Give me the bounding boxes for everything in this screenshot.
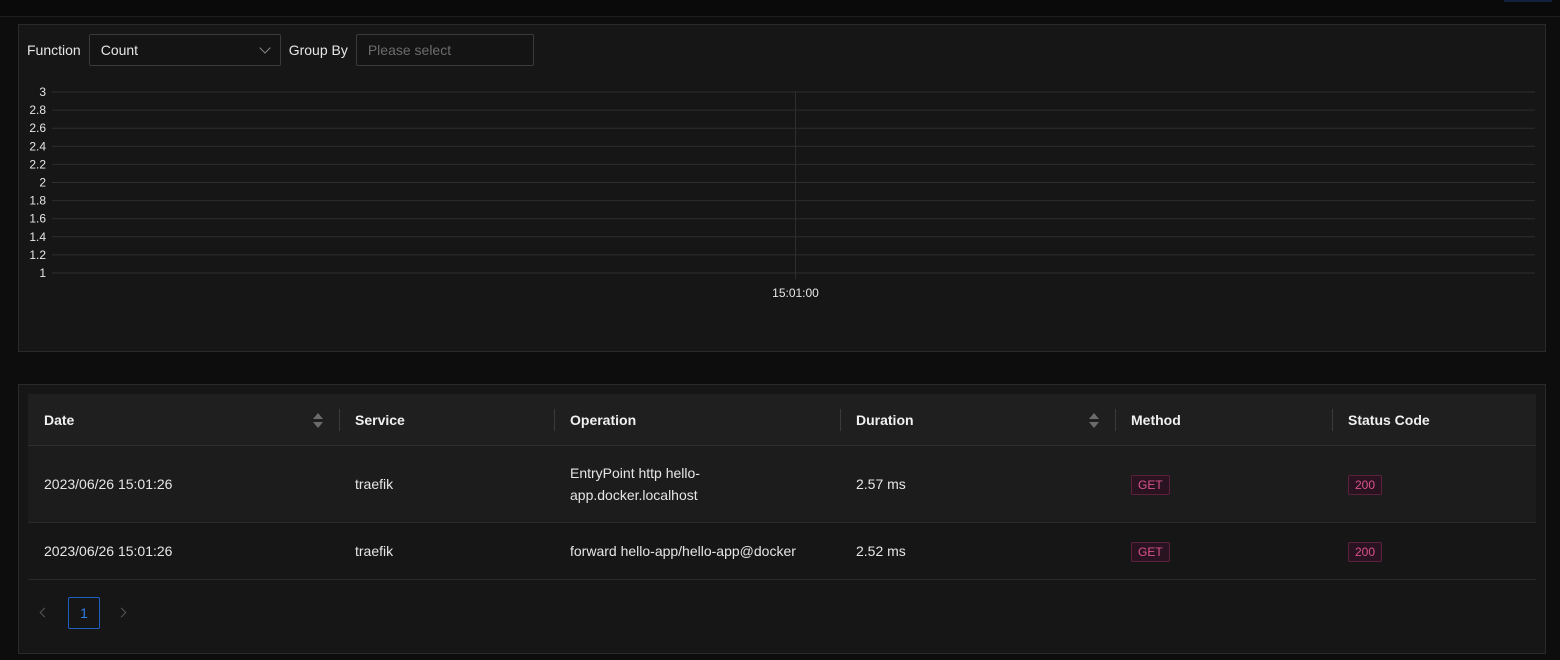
column-header-method: Method	[1115, 394, 1332, 445]
cell-operation: EntryPoint http hello-app.docker.localho…	[570, 465, 700, 503]
table-row[interactable]: 2023/06/26 15:01:26 traefik EntryPoint htt…	[28, 446, 1536, 523]
table-panel: Date Service Operation Duration Method Status…	[18, 384, 1546, 654]
prev-page-button[interactable]	[28, 597, 60, 629]
column-header-label: Status Code	[1348, 411, 1430, 428]
pagination: 1	[28, 597, 140, 629]
column-header-date[interactable]: Date	[28, 394, 339, 445]
y-tick-label: 2.8	[29, 103, 46, 117]
y-tick-label: 2.6	[29, 121, 46, 135]
y-tick-label: 1.8	[29, 194, 46, 208]
cell-method: GET	[1115, 540, 1332, 562]
page-1-button[interactable]: 1	[68, 597, 100, 629]
sort-icon[interactable]	[1089, 413, 1099, 429]
y-tick-label: 1.6	[29, 212, 46, 226]
cell-status: 200	[1332, 540, 1536, 562]
x-tick-label: 15:01:00	[772, 286, 819, 300]
status-tag: 200	[1348, 475, 1383, 495]
y-tick-label: 2.2	[29, 157, 46, 171]
y-tick-label: 1.4	[29, 230, 46, 244]
y-tick-label: 2	[39, 176, 46, 190]
chart-panel: Function Count Group By Please select 32…	[18, 24, 1546, 352]
chevron-right-icon	[116, 607, 127, 618]
column-header-duration[interactable]: Duration	[840, 394, 1115, 445]
spans-table: Date Service Operation Duration Method Status…	[28, 394, 1536, 580]
y-tick-label: 1	[39, 266, 46, 280]
method-tag: GET	[1131, 542, 1170, 562]
cell-duration: 2.57 ms	[856, 476, 906, 492]
count-chart: 3 2.8 2.6 2.4 2.2 2 1.8 1.6 1.4 1.2 1 15:01:00	[29, 85, 1535, 300]
caret-up-icon	[1089, 413, 1099, 419]
table-body: 2023/06/26 15:01:26 traefik EntryPoint htt…	[28, 446, 1536, 580]
caret-up-icon	[313, 413, 323, 419]
y-tick-label: 1.2	[29, 248, 46, 262]
column-header-status: Status Code	[1332, 394, 1536, 445]
column-header-label: Operation	[570, 411, 637, 428]
next-page-button[interactable]	[108, 597, 140, 629]
column-header-label: Service	[355, 411, 405, 428]
cell-service: traefik	[355, 476, 394, 492]
column-header-label: Date	[44, 411, 75, 428]
column-header-operation: Operation	[554, 394, 840, 445]
cell-status: 200	[1332, 473, 1536, 495]
caret-down-icon	[1089, 422, 1099, 428]
column-header-service: Service	[339, 394, 554, 445]
method-tag: GET	[1131, 475, 1170, 495]
cell-duration: 2.52 ms	[856, 543, 906, 559]
y-tick-label: 2.4	[29, 139, 46, 153]
sort-icon[interactable]	[313, 413, 323, 429]
chevron-left-icon	[39, 607, 50, 618]
y-tick-label: 3	[39, 85, 46, 99]
column-header-label: Method	[1131, 411, 1181, 428]
status-tag: 200	[1348, 542, 1383, 562]
top-bar-accent	[1504, 0, 1552, 2]
cell-service: traefik	[355, 543, 394, 559]
cell-method: GET	[1115, 473, 1332, 495]
cell-date: 2023/06/26 15:01:26	[44, 543, 173, 559]
caret-down-icon	[313, 422, 323, 428]
table-row[interactable]: 2023/06/26 15:01:26 traefik forward hello-…	[28, 523, 1536, 580]
cell-date: 2023/06/26 15:01:26	[44, 476, 173, 492]
cell-operation: forward hello-app/hello-app@docker	[570, 543, 796, 559]
table-header: Date Service Operation Duration Method Status…	[28, 394, 1536, 446]
column-header-label: Duration	[856, 411, 914, 428]
top-bar	[0, 0, 1560, 17]
